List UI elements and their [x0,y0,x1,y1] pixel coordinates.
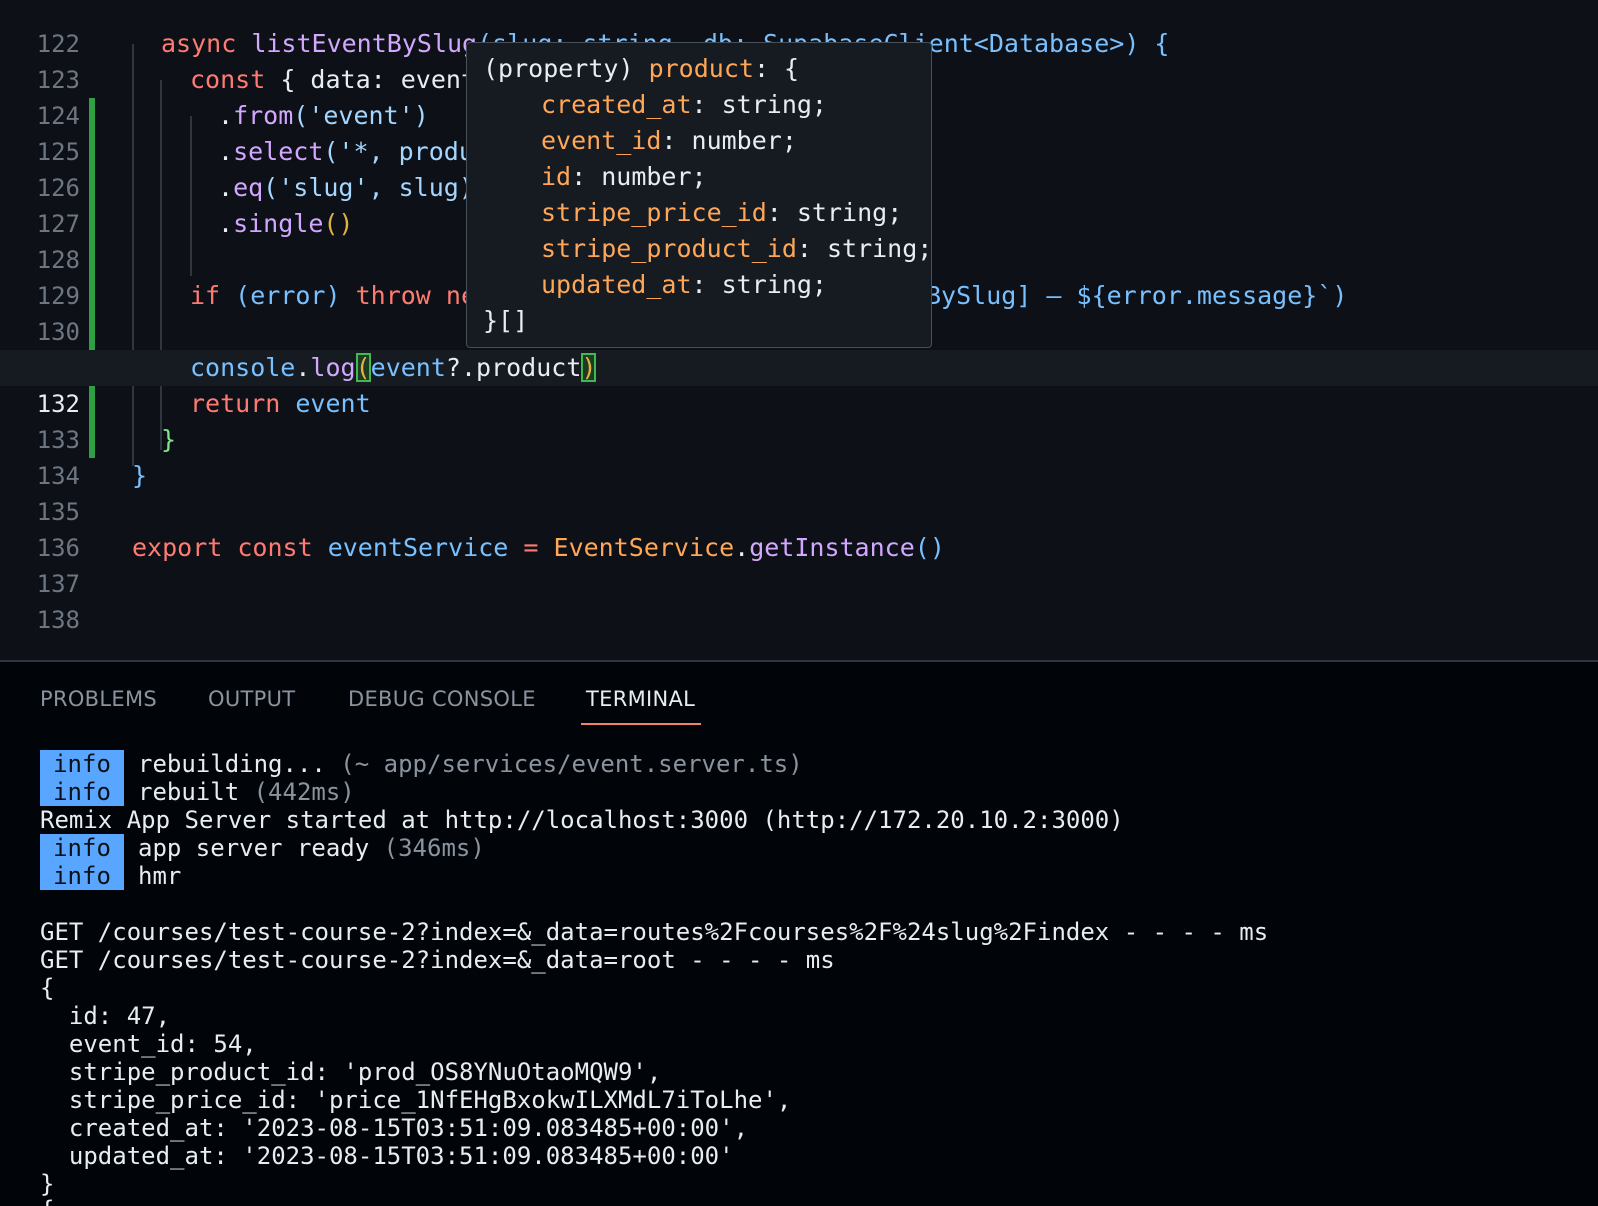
tooltip-header: (property) product: { [483,54,800,83]
code-line[interactable]: 135 } [0,458,1598,526]
tooltip-field: stripe_price_id: string; [541,198,903,227]
code-text: const { data: event [190,65,476,94]
code-text: .from('event') [218,101,429,130]
terminal-line: Remix App Server started at http://local… [40,806,1124,834]
info-badge: info [40,862,124,890]
code-text: console.log(event?.product) [190,353,597,382]
code-line[interactable]: 136 [0,494,1598,562]
tooltip-field: event_id: number; [541,126,797,155]
type-hover-tooltip: (property) product: { created_at: string… [466,42,932,348]
code-line-active[interactable]: 132 console.log(event?.product) [0,350,1598,458]
code-text: .select('*, produ [218,137,474,166]
code-text: export const eventService = EventService… [132,533,945,562]
terminal-line: stripe_price_id: 'price_1NfEHgBxokwILXMd… [40,1086,792,1114]
code-text: return event [190,389,371,418]
info-badge: info [40,778,124,806]
tab-debug-console[interactable]: DEBUG CONSOLE [348,682,536,716]
terminal-line: updated_at: '2023-08-15T03:51:09.083485+… [40,1142,734,1170]
tab-problems[interactable]: PROBLEMS [40,682,157,716]
line-number: 138 [36,606,80,634]
terminal-line: info hmr [40,862,181,890]
terminal-line: created_at: '2023-08-15T03:51:09.083485+… [40,1114,749,1142]
code-line[interactable]: 134 } [0,422,1598,490]
tab-output[interactable]: OUTPUT [208,682,295,716]
info-badge: info [40,834,124,862]
code-text: } [161,425,177,454]
info-badge: info [40,750,124,778]
terminal-line: { [40,974,55,1002]
tooltip-field: updated_at: string; [541,270,827,299]
active-tab-indicator [581,723,701,725]
code-line[interactable]: 138 [0,566,1598,634]
tooltip-field: id: number; [541,162,707,191]
code-line[interactable]: 133 return event [0,386,1598,454]
tooltip-field: created_at: string; [541,90,827,119]
terminal-line: event_id: 54, [40,1030,257,1058]
terminal-line: info rebuilding... (~ app/services/event.… [40,750,803,778]
terminal-line: } [40,1170,55,1198]
code-line[interactable]: 122 [0,0,1598,58]
terminal-line: { [40,1196,54,1206]
bracket-match: ) [581,353,597,382]
terminal-line: GET /courses/test-course-2?index=&_data=… [40,946,835,974]
code-text: BySlug] — ${error.message}`) [926,281,1348,310]
terminal-line: info rebuilt (442ms) [40,778,355,806]
tab-terminal[interactable]: TERMINAL [586,682,695,716]
code-text: .single() [218,209,354,238]
code-text: .eq('slug', slug) [218,173,474,202]
bracket-match: ( [355,353,371,382]
bottom-panel: PROBLEMS OUTPUT DEBUG CONSOLE TERMINAL i… [0,660,1598,1206]
tooltip-field: stripe_product_id: string; [541,234,933,263]
terminal-line: id: 47, [40,1002,171,1030]
code-text: } [132,461,148,490]
code-editor[interactable]: 122 123 async listEventBySlug(slug: stri… [0,0,1598,660]
terminal-line: stripe_product_id: 'prod_OS8YNuOtaoMQW9'… [40,1058,662,1086]
terminal-line: GET /courses/test-course-2?index=&_data=… [40,918,1269,946]
tooltip-footer: }[] [483,306,529,335]
terminal-line: info app server ready (346ms) [40,834,485,862]
code-line[interactable]: 137 export const eventService = EventSer… [0,530,1598,598]
code-text: if (error) throw ne [190,281,477,310]
